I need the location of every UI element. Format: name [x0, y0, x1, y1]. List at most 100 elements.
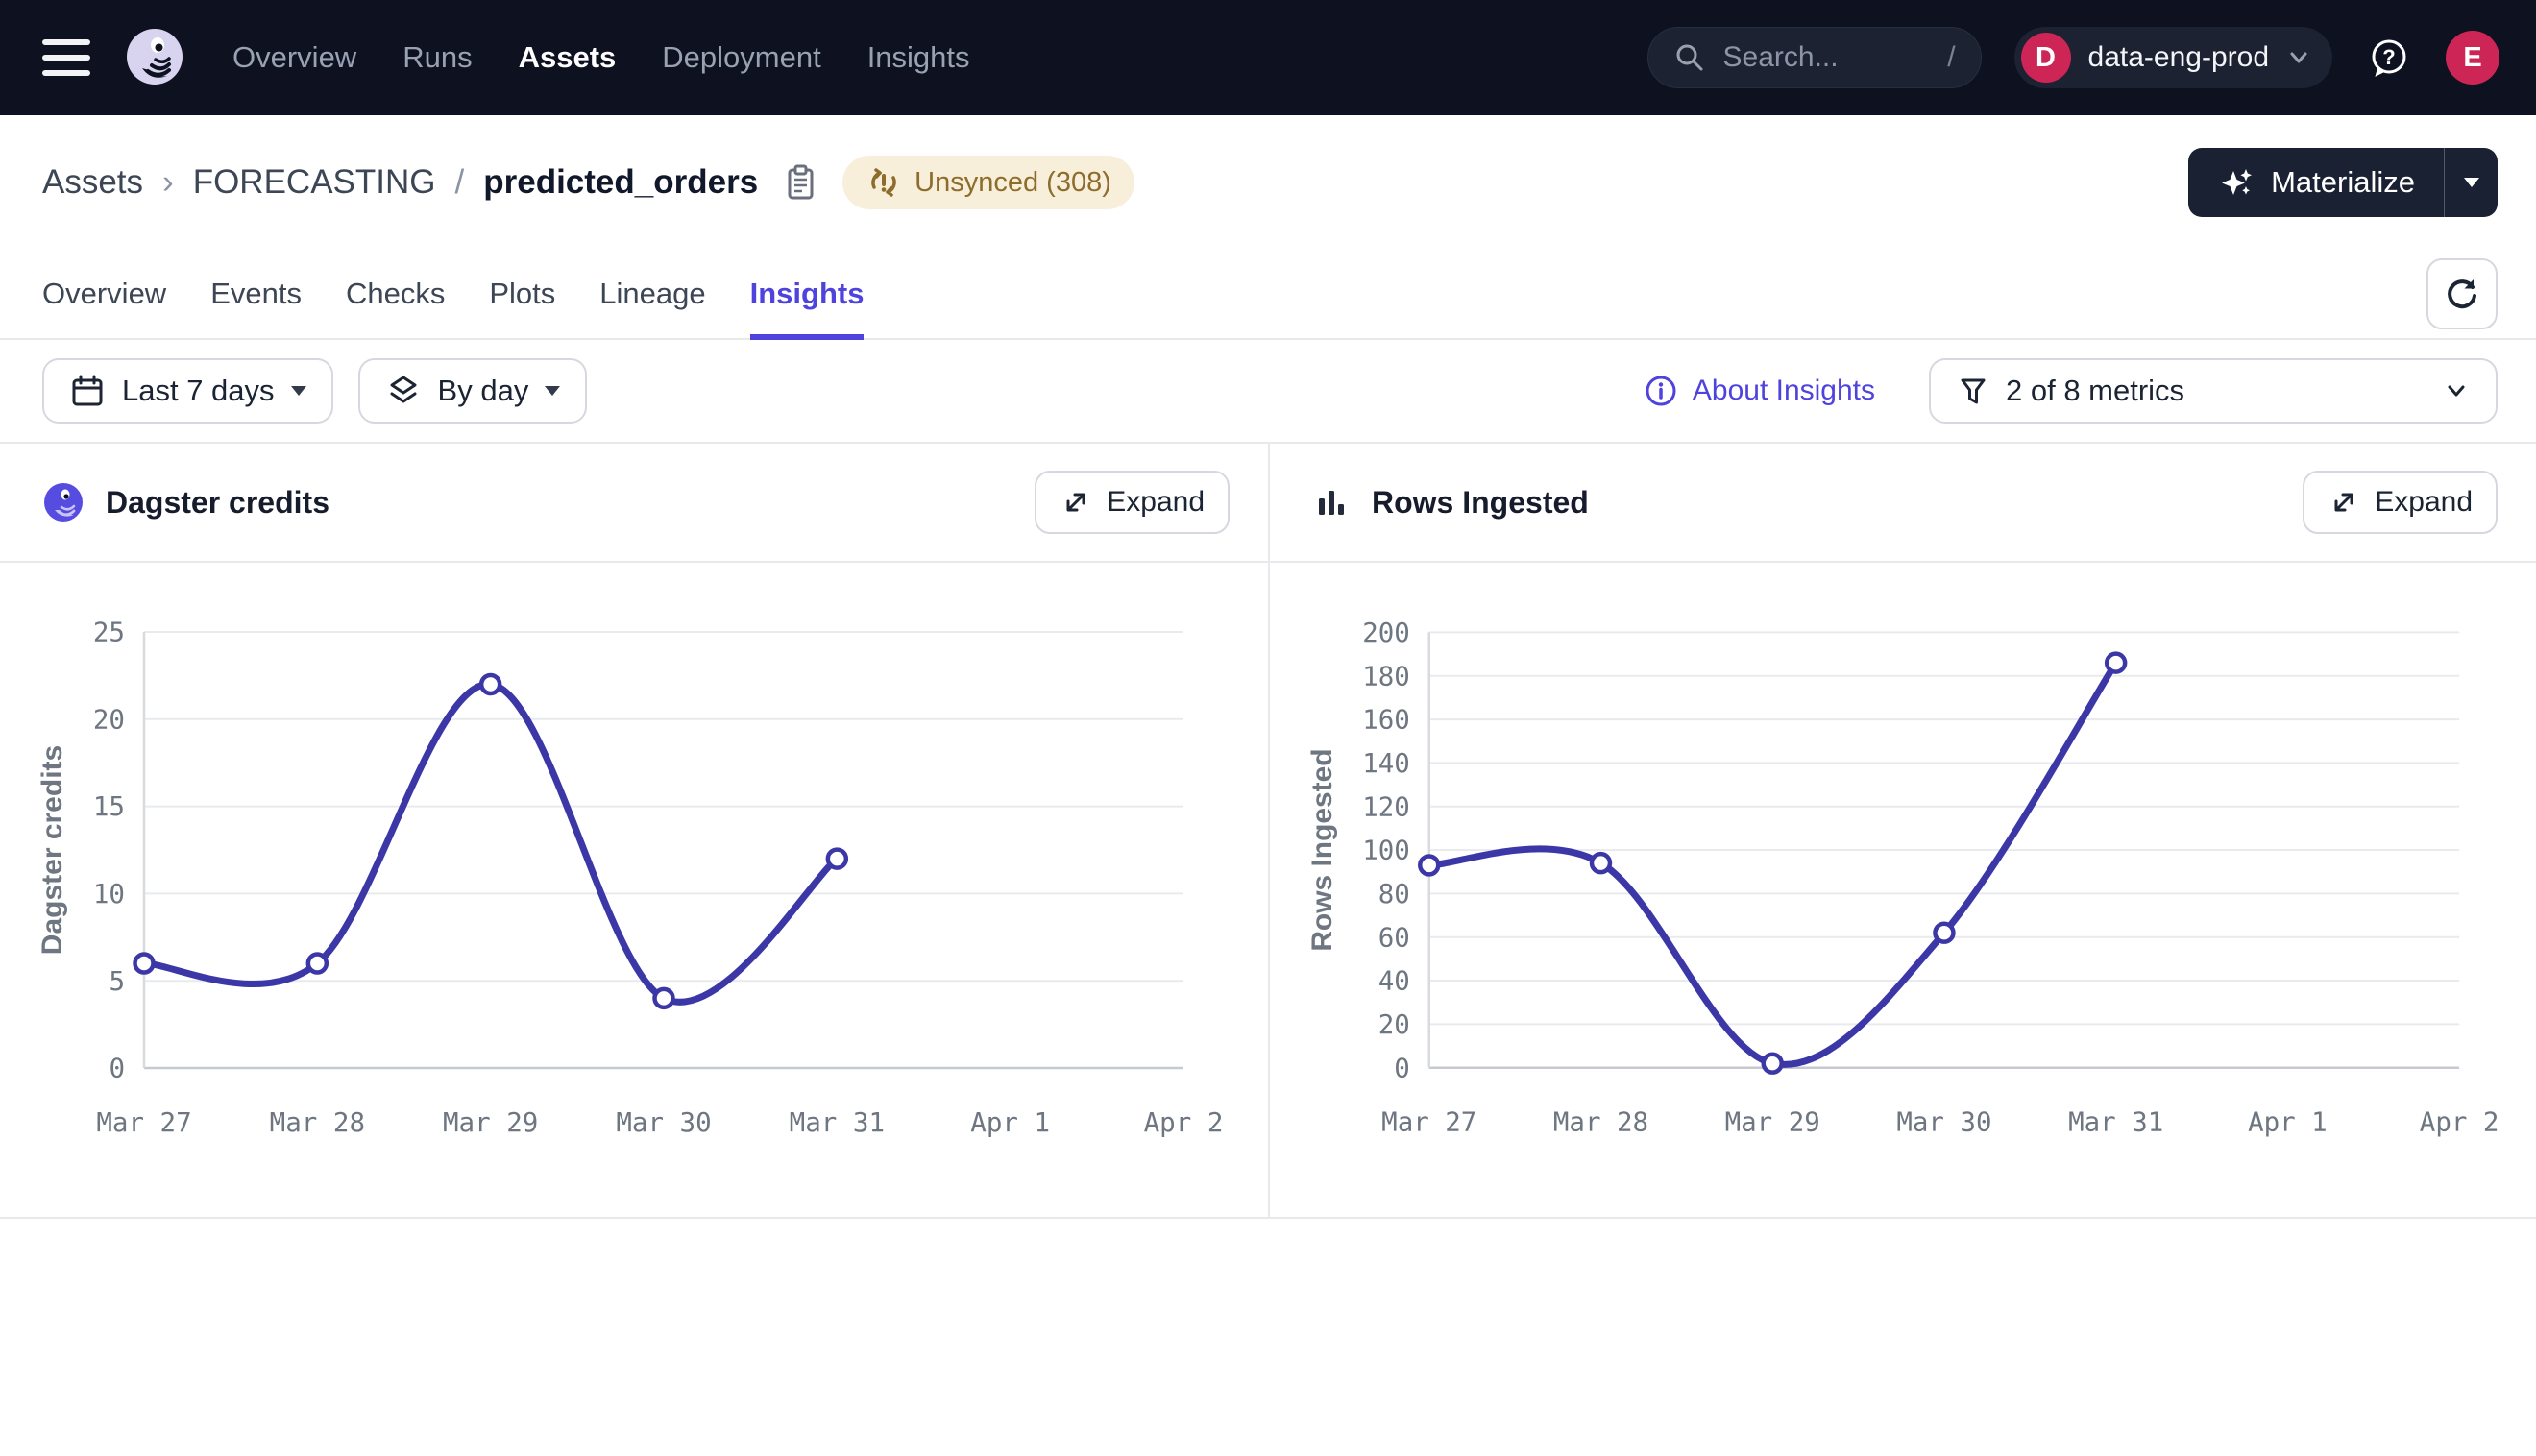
search-input[interactable]: [1721, 40, 1933, 75]
svg-text:Mar 30: Mar 30: [616, 1107, 711, 1138]
svg-text:20: 20: [1378, 1010, 1410, 1040]
dagster-credits-icon: [42, 481, 85, 523]
caret-down-icon: [291, 386, 306, 396]
clipboard-icon: [783, 163, 817, 202]
refresh-button[interactable]: [2426, 258, 2498, 329]
insights-filter-bar: Last 7 days By day About Insights 2 of 8…: [0, 340, 2536, 444]
svg-text:5: 5: [109, 966, 125, 997]
svg-text:10: 10: [93, 879, 125, 910]
svg-text:25: 25: [93, 618, 125, 648]
about-insights-link[interactable]: About Insights: [1643, 373, 1875, 409]
metrics-filter-select[interactable]: 2 of 8 metrics: [1929, 358, 2498, 424]
svg-text:Mar 27: Mar 27: [1381, 1108, 1476, 1138]
metrics-filter-label: 2 of 8 metrics: [2006, 374, 2184, 408]
materialize-split-button: Materialize: [2188, 148, 2498, 217]
dagster-logo-icon[interactable]: [123, 26, 186, 89]
svg-text:Apr 2: Apr 2: [2420, 1108, 2499, 1138]
nav-item-runs[interactable]: Runs: [402, 40, 472, 75]
about-insights-label: About Insights: [1693, 375, 1875, 407]
svg-text:0: 0: [1394, 1054, 1410, 1083]
svg-text:Mar 29: Mar 29: [1725, 1108, 1820, 1138]
svg-text:?: ?: [2382, 45, 2395, 69]
chevron-down-icon: [2442, 376, 2471, 405]
breadcrumb-chevron: ›: [162, 163, 174, 202]
svg-text:15: 15: [93, 791, 125, 822]
svg-text:140: 140: [1362, 749, 1410, 779]
status-badge-label: Unsynced (308): [914, 167, 1111, 199]
chart-panel-rows-ingested: Rows Ingested Expand 0204060801001201401…: [1268, 444, 2536, 1217]
granularity-label: By day: [438, 374, 529, 408]
workspace-switcher[interactable]: D data-eng-prod: [2014, 27, 2332, 88]
asset-header: Assets › FORECASTING / predicted_orders …: [0, 115, 2536, 250]
date-range-dropdown[interactable]: Last 7 days: [42, 358, 333, 424]
tab-insights[interactable]: Insights: [750, 250, 865, 338]
dagster-credits-line-chart[interactable]: 0510152025Mar 27Mar 28Mar 29Mar 30Mar 31…: [0, 563, 1268, 1217]
user-avatar[interactable]: E: [2446, 31, 2499, 85]
caret-down-icon: [2464, 178, 2479, 187]
expand-label: Expand: [1107, 486, 1205, 519]
expand-icon: [1060, 486, 1092, 519]
svg-text:Mar 31: Mar 31: [790, 1107, 885, 1138]
help-icon[interactable]: ?: [2365, 34, 2413, 82]
svg-text:Mar 28: Mar 28: [1553, 1108, 1648, 1138]
status-badge[interactable]: Unsynced (308): [842, 156, 1134, 209]
nav-item-assets[interactable]: Assets: [519, 40, 617, 75]
svg-text:20: 20: [93, 704, 125, 735]
breadcrumb-separator: /: [455, 163, 465, 202]
expand-button-dagster-credits[interactable]: Expand: [1035, 471, 1230, 534]
chart-title: Dagster credits: [106, 485, 329, 521]
svg-text:Mar 28: Mar 28: [270, 1107, 365, 1138]
copy-asset-key-button[interactable]: [783, 163, 817, 202]
rows-ingested-line-chart[interactable]: 020406080100120140160180200Mar 27Mar 28M…: [1270, 563, 2536, 1217]
deployment-badge: D: [2021, 33, 2071, 83]
materialize-options-button[interactable]: [2444, 148, 2498, 217]
date-range-label: Last 7 days: [122, 374, 275, 408]
caret-down-icon: [545, 386, 560, 396]
tab-plots[interactable]: Plots: [489, 250, 555, 338]
nav-item-deployment[interactable]: Deployment: [662, 40, 820, 75]
bar-chart-icon: [1312, 483, 1351, 522]
breadcrumb-assets-link[interactable]: Assets: [42, 163, 143, 202]
tab-events[interactable]: Events: [210, 250, 302, 338]
svg-text:80: 80: [1378, 880, 1410, 910]
svg-text:Mar 29: Mar 29: [443, 1107, 538, 1138]
tab-checks[interactable]: Checks: [346, 250, 445, 338]
refresh-icon: [2442, 274, 2482, 314]
svg-text:0: 0: [109, 1054, 125, 1084]
granularity-dropdown[interactable]: By day: [358, 358, 588, 424]
expand-button-rows-ingested[interactable]: Expand: [2303, 471, 2498, 534]
breadcrumb-group-link[interactable]: FORECASTING: [193, 163, 436, 202]
expand-icon: [2328, 486, 2360, 519]
sparkle-icon: [2217, 163, 2256, 202]
svg-text:60: 60: [1378, 923, 1410, 953]
primary-nav: Overview Runs Assets Deployment Insights: [232, 40, 970, 75]
asset-name: predicted_orders: [483, 163, 758, 202]
svg-text:Apr 1: Apr 1: [2248, 1108, 2328, 1138]
svg-text:Dagster credits: Dagster credits: [37, 745, 68, 955]
filter-funnel-icon: [1956, 374, 1990, 408]
svg-text:100: 100: [1362, 837, 1410, 866]
expand-label: Expand: [2375, 486, 2473, 519]
tab-overview[interactable]: Overview: [42, 250, 166, 338]
svg-text:Mar 30: Mar 30: [1896, 1108, 1991, 1138]
nav-item-insights[interactable]: Insights: [867, 40, 970, 75]
materialize-label: Materialize: [2271, 165, 2415, 200]
search-icon: [1673, 41, 1706, 74]
sync-alert-icon: [866, 164, 902, 201]
insights-charts: Dagster credits Expand 0 5 10 15 20 25 Mar 27 M…: [0, 444, 2536, 1219]
chart-title: Rows Ingested: [1372, 485, 1589, 521]
svg-text:Apr 1: Apr 1: [970, 1107, 1050, 1138]
search-box[interactable]: /: [1647, 27, 1982, 88]
nav-item-overview[interactable]: Overview: [232, 40, 356, 75]
breadcrumb: Assets › FORECASTING / predicted_orders: [42, 163, 817, 202]
materialize-button[interactable]: Materialize: [2188, 148, 2444, 217]
svg-text:200: 200: [1362, 619, 1410, 648]
svg-text:40: 40: [1378, 967, 1410, 997]
tab-lineage[interactable]: Lineage: [599, 250, 705, 338]
top-nav: Overview Runs Assets Deployment Insights…: [0, 0, 2536, 115]
asset-tabs: Overview Events Checks Plots Lineage Ins…: [0, 250, 2536, 340]
svg-text:Mar 31: Mar 31: [2068, 1108, 2163, 1138]
menu-icon[interactable]: [42, 39, 90, 76]
svg-text:Rows Ingested: Rows Ingested: [1306, 748, 1338, 951]
svg-text:160: 160: [1362, 706, 1410, 736]
